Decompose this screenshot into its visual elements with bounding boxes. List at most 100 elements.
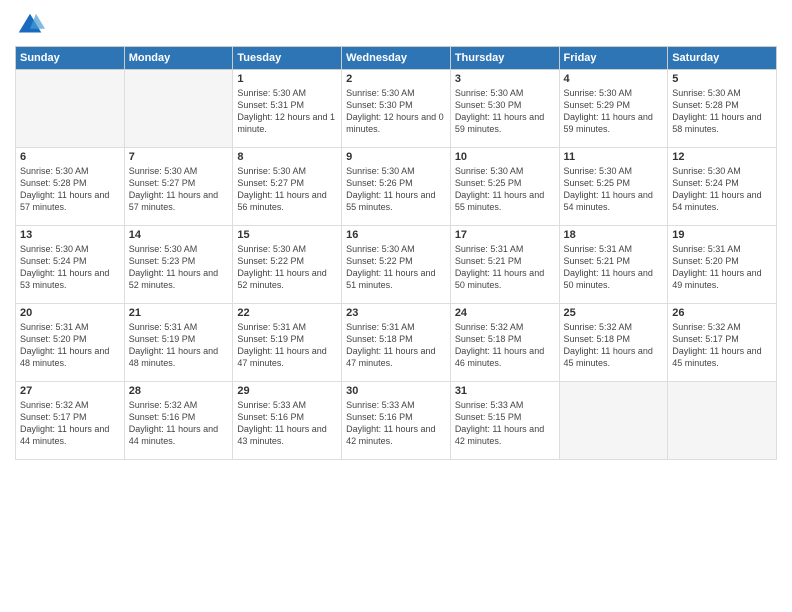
day-info: Sunrise: 5:33 AM Sunset: 5:16 PM Dayligh… [346, 399, 446, 448]
day-info: Sunrise: 5:31 AM Sunset: 5:19 PM Dayligh… [129, 321, 229, 370]
day-cell: 24 Sunrise: 5:32 AM Sunset: 5:18 PM Dayl… [450, 304, 559, 382]
day-cell: 12 Sunrise: 5:30 AM Sunset: 5:24 PM Dayl… [668, 148, 777, 226]
day-info: Sunrise: 5:30 AM Sunset: 5:28 PM Dayligh… [672, 87, 772, 136]
day-cell: 9 Sunrise: 5:30 AM Sunset: 5:26 PM Dayli… [342, 148, 451, 226]
day-info: Sunrise: 5:30 AM Sunset: 5:28 PM Dayligh… [20, 165, 120, 214]
day-info: Sunrise: 5:33 AM Sunset: 5:16 PM Dayligh… [237, 399, 337, 448]
day-cell: 11 Sunrise: 5:30 AM Sunset: 5:25 PM Dayl… [559, 148, 668, 226]
day-info: Sunrise: 5:32 AM Sunset: 5:18 PM Dayligh… [564, 321, 664, 370]
day-cell: 30 Sunrise: 5:33 AM Sunset: 5:16 PM Dayl… [342, 382, 451, 460]
day-info: Sunrise: 5:30 AM Sunset: 5:25 PM Dayligh… [455, 165, 555, 214]
day-info: Sunrise: 5:31 AM Sunset: 5:20 PM Dayligh… [672, 243, 772, 292]
day-info: Sunrise: 5:30 AM Sunset: 5:22 PM Dayligh… [346, 243, 446, 292]
day-cell: 15 Sunrise: 5:30 AM Sunset: 5:22 PM Dayl… [233, 226, 342, 304]
week-row-1: 1 Sunrise: 5:30 AM Sunset: 5:31 PM Dayli… [16, 70, 777, 148]
day-number: 1 [237, 73, 337, 85]
day-number: 12 [672, 151, 772, 163]
logo [15, 10, 49, 40]
day-info: Sunrise: 5:32 AM Sunset: 5:17 PM Dayligh… [672, 321, 772, 370]
day-cell: 18 Sunrise: 5:31 AM Sunset: 5:21 PM Dayl… [559, 226, 668, 304]
day-info: Sunrise: 5:30 AM Sunset: 5:23 PM Dayligh… [129, 243, 229, 292]
day-number: 27 [20, 385, 120, 397]
week-row-5: 27 Sunrise: 5:32 AM Sunset: 5:17 PM Dayl… [16, 382, 777, 460]
day-cell [559, 382, 668, 460]
day-info: Sunrise: 5:31 AM Sunset: 5:21 PM Dayligh… [564, 243, 664, 292]
day-cell [124, 70, 233, 148]
header-cell-wednesday: Wednesday [342, 47, 451, 70]
day-cell: 27 Sunrise: 5:32 AM Sunset: 5:17 PM Dayl… [16, 382, 125, 460]
day-number: 17 [455, 229, 555, 241]
day-number: 24 [455, 307, 555, 319]
day-number: 7 [129, 151, 229, 163]
day-info: Sunrise: 5:30 AM Sunset: 5:26 PM Dayligh… [346, 165, 446, 214]
day-cell: 6 Sunrise: 5:30 AM Sunset: 5:28 PM Dayli… [16, 148, 125, 226]
day-info: Sunrise: 5:30 AM Sunset: 5:30 PM Dayligh… [346, 87, 446, 136]
day-cell: 22 Sunrise: 5:31 AM Sunset: 5:19 PM Dayl… [233, 304, 342, 382]
day-number: 31 [455, 385, 555, 397]
day-number: 21 [129, 307, 229, 319]
day-number: 10 [455, 151, 555, 163]
day-info: Sunrise: 5:32 AM Sunset: 5:17 PM Dayligh… [20, 399, 120, 448]
day-number: 28 [129, 385, 229, 397]
day-cell: 29 Sunrise: 5:33 AM Sunset: 5:16 PM Dayl… [233, 382, 342, 460]
day-info: Sunrise: 5:30 AM Sunset: 5:27 PM Dayligh… [237, 165, 337, 214]
day-info: Sunrise: 5:32 AM Sunset: 5:18 PM Dayligh… [455, 321, 555, 370]
day-cell: 2 Sunrise: 5:30 AM Sunset: 5:30 PM Dayli… [342, 70, 451, 148]
day-info: Sunrise: 5:33 AM Sunset: 5:15 PM Dayligh… [455, 399, 555, 448]
day-cell: 17 Sunrise: 5:31 AM Sunset: 5:21 PM Dayl… [450, 226, 559, 304]
week-row-4: 20 Sunrise: 5:31 AM Sunset: 5:20 PM Dayl… [16, 304, 777, 382]
day-info: Sunrise: 5:30 AM Sunset: 5:25 PM Dayligh… [564, 165, 664, 214]
day-number: 3 [455, 73, 555, 85]
day-info: Sunrise: 5:31 AM Sunset: 5:18 PM Dayligh… [346, 321, 446, 370]
day-cell: 19 Sunrise: 5:31 AM Sunset: 5:20 PM Dayl… [668, 226, 777, 304]
day-cell: 5 Sunrise: 5:30 AM Sunset: 5:28 PM Dayli… [668, 70, 777, 148]
header-cell-friday: Friday [559, 47, 668, 70]
header-row: SundayMondayTuesdayWednesdayThursdayFrid… [16, 47, 777, 70]
day-cell: 26 Sunrise: 5:32 AM Sunset: 5:17 PM Dayl… [668, 304, 777, 382]
day-cell: 28 Sunrise: 5:32 AM Sunset: 5:16 PM Dayl… [124, 382, 233, 460]
day-number: 29 [237, 385, 337, 397]
day-info: Sunrise: 5:32 AM Sunset: 5:16 PM Dayligh… [129, 399, 229, 448]
day-number: 6 [20, 151, 120, 163]
day-cell: 23 Sunrise: 5:31 AM Sunset: 5:18 PM Dayl… [342, 304, 451, 382]
week-row-3: 13 Sunrise: 5:30 AM Sunset: 5:24 PM Dayl… [16, 226, 777, 304]
day-cell: 25 Sunrise: 5:32 AM Sunset: 5:18 PM Dayl… [559, 304, 668, 382]
day-cell: 10 Sunrise: 5:30 AM Sunset: 5:25 PM Dayl… [450, 148, 559, 226]
day-number: 26 [672, 307, 772, 319]
header [15, 10, 777, 40]
day-info: Sunrise: 5:31 AM Sunset: 5:19 PM Dayligh… [237, 321, 337, 370]
day-info: Sunrise: 5:30 AM Sunset: 5:29 PM Dayligh… [564, 87, 664, 136]
day-number: 18 [564, 229, 664, 241]
day-cell: 7 Sunrise: 5:30 AM Sunset: 5:27 PM Dayli… [124, 148, 233, 226]
page-container: SundayMondayTuesdayWednesdayThursdayFrid… [0, 0, 792, 470]
day-cell: 4 Sunrise: 5:30 AM Sunset: 5:29 PM Dayli… [559, 70, 668, 148]
calendar-table: SundayMondayTuesdayWednesdayThursdayFrid… [15, 46, 777, 460]
day-number: 2 [346, 73, 446, 85]
header-cell-sunday: Sunday [16, 47, 125, 70]
day-info: Sunrise: 5:30 AM Sunset: 5:22 PM Dayligh… [237, 243, 337, 292]
day-info: Sunrise: 5:31 AM Sunset: 5:21 PM Dayligh… [455, 243, 555, 292]
day-number: 25 [564, 307, 664, 319]
day-cell: 8 Sunrise: 5:30 AM Sunset: 5:27 PM Dayli… [233, 148, 342, 226]
day-number: 5 [672, 73, 772, 85]
day-number: 14 [129, 229, 229, 241]
day-number: 19 [672, 229, 772, 241]
header-cell-monday: Monday [124, 47, 233, 70]
header-cell-tuesday: Tuesday [233, 47, 342, 70]
day-number: 22 [237, 307, 337, 319]
day-cell [16, 70, 125, 148]
day-number: 20 [20, 307, 120, 319]
day-cell: 20 Sunrise: 5:31 AM Sunset: 5:20 PM Dayl… [16, 304, 125, 382]
header-cell-saturday: Saturday [668, 47, 777, 70]
day-cell: 13 Sunrise: 5:30 AM Sunset: 5:24 PM Dayl… [16, 226, 125, 304]
day-cell: 3 Sunrise: 5:30 AM Sunset: 5:30 PM Dayli… [450, 70, 559, 148]
header-cell-thursday: Thursday [450, 47, 559, 70]
day-info: Sunrise: 5:30 AM Sunset: 5:31 PM Dayligh… [237, 87, 337, 136]
day-number: 4 [564, 73, 664, 85]
day-number: 30 [346, 385, 446, 397]
day-cell: 21 Sunrise: 5:31 AM Sunset: 5:19 PM Dayl… [124, 304, 233, 382]
logo-icon [15, 10, 45, 40]
day-cell: 14 Sunrise: 5:30 AM Sunset: 5:23 PM Dayl… [124, 226, 233, 304]
day-number: 8 [237, 151, 337, 163]
day-info: Sunrise: 5:30 AM Sunset: 5:27 PM Dayligh… [129, 165, 229, 214]
